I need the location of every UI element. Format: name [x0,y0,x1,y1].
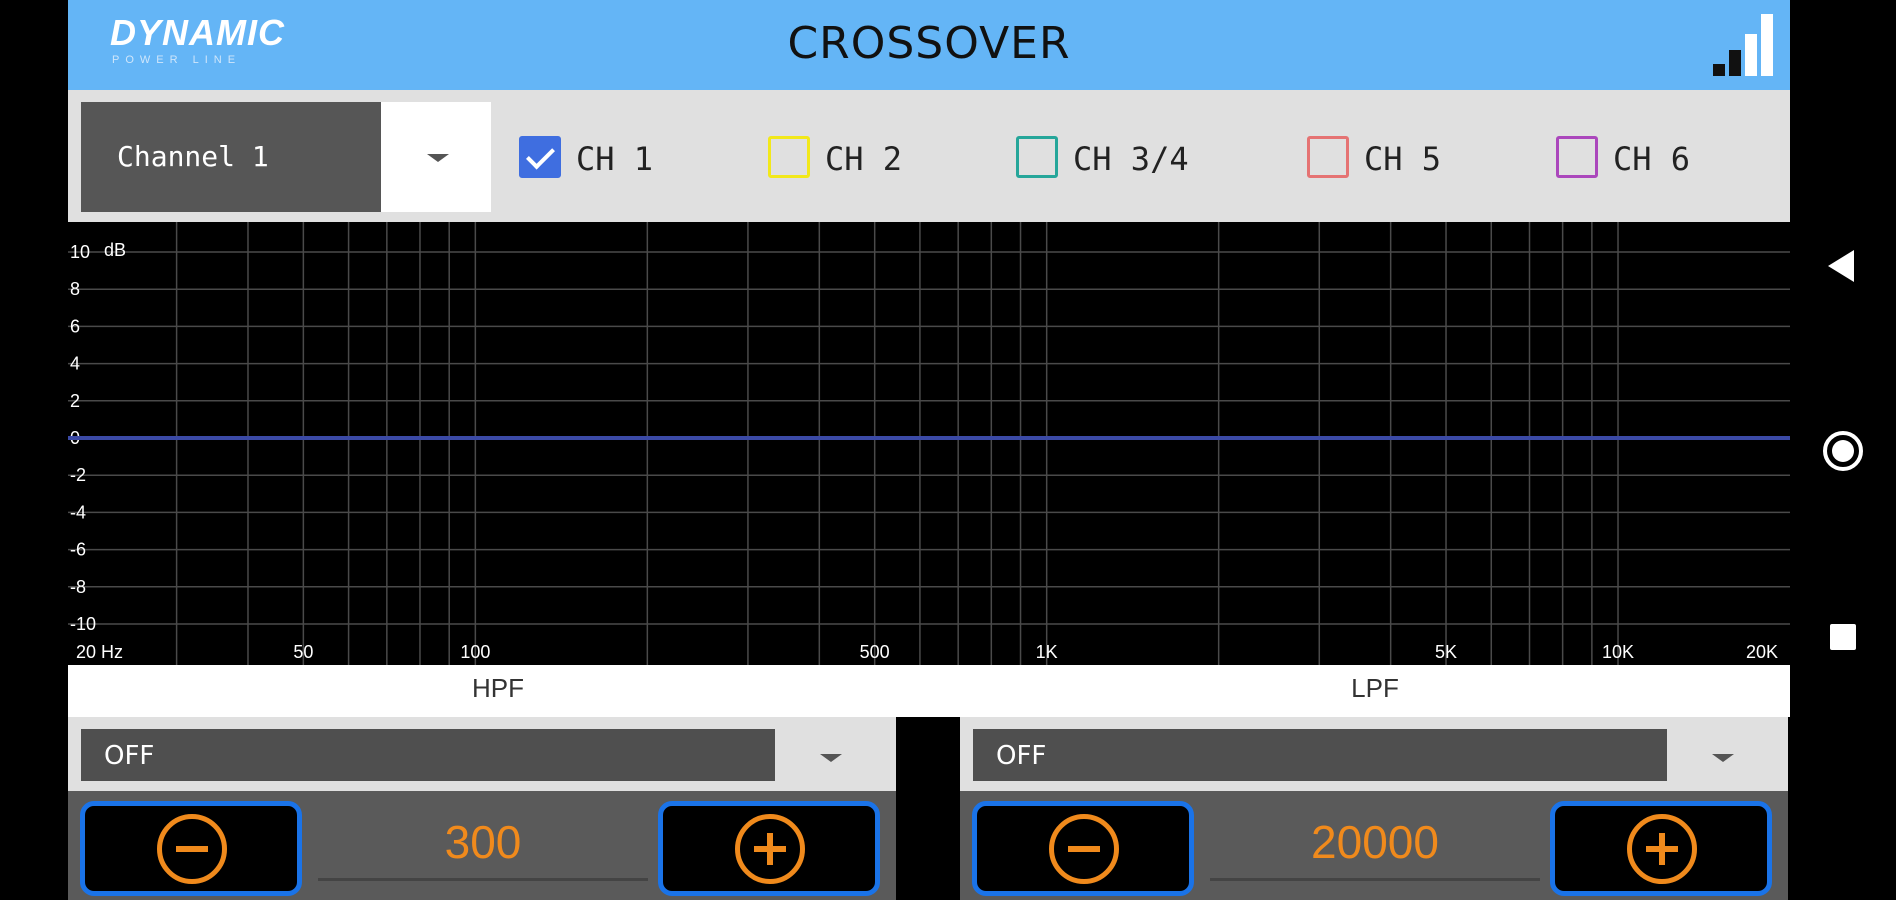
minus-icon [157,814,227,884]
hpf-decrease-button[interactable] [80,801,302,896]
hpf-increase-button[interactable] [658,801,880,896]
ch5-label: CH 5 [1364,140,1442,178]
lpf-controls: 20000 [960,791,1788,900]
hpf-mode-value: OFF [104,741,155,771]
plus-icon [735,814,805,884]
x-tick-label: 5K [1435,642,1457,662]
header-bar: DYNAMIC POWER LINE CROSSOVER [68,0,1790,90]
y-tick-label: 10 [70,242,90,262]
lpf-mode-dropdown[interactable]: OFF [960,717,1788,791]
back-icon[interactable] [1828,250,1854,282]
y-tick-label: 4 [70,354,80,374]
chevron-down-icon [427,154,449,162]
ch5-checkbox[interactable] [1307,136,1349,178]
y-unit-label: dB [104,240,126,260]
minus-icon [1049,814,1119,884]
hpf-label: HPF [472,673,524,703]
ch6-checkbox[interactable] [1556,136,1598,178]
ch1-checkbox[interactable] [519,136,561,178]
chevron-down-icon [820,754,842,762]
ch1-label: CH 1 [576,140,654,178]
hpf-mode-dropdown[interactable]: OFF [68,717,896,791]
y-tick-label: -2 [70,465,86,485]
lpf-value: 20000 [1311,816,1439,868]
chevron-down-icon [1712,754,1734,762]
ch2-label: CH 2 [825,140,903,178]
x-tick-label: 50 [293,642,313,662]
frequency-response-graph[interactable]: 1086420-2-4-6-8-10dB20 Hz501005001K5K10K… [68,222,1790,665]
recent-apps-icon[interactable] [1830,624,1856,650]
app-window: DYNAMIC POWER LINE CROSSOVER Channel 1 C… [68,0,1790,900]
plus-icon [1627,814,1697,884]
x-tick-label: 10K [1602,642,1634,662]
ch3-4-checkbox[interactable] [1016,136,1058,178]
page-title: CROSSOVER [787,18,1071,69]
x-tick-label: 20K [1746,642,1778,662]
x-tick-label: 500 [860,642,890,662]
y-tick-label: 2 [70,391,80,411]
lpf-label: LPF [1351,673,1399,703]
x-tick-label: 20 Hz [76,642,123,662]
y-tick-label: 8 [70,279,80,299]
lpf-decrease-button[interactable] [972,801,1194,896]
y-tick-label: -8 [70,577,86,597]
x-tick-label: 1K [1036,642,1058,662]
ch2-checkbox[interactable] [768,136,810,178]
x-tick-label: 100 [460,642,490,662]
hpf-controls: 300 [68,791,896,900]
y-tick-label: -6 [70,540,86,560]
home-icon[interactable] [1823,431,1863,471]
filter-header: HPF LPF [68,665,1790,717]
y-tick-label: 6 [70,316,80,336]
lpf-value-field[interactable]: 20000 [1210,799,1540,881]
hpf-mode-field [81,729,775,781]
signal-bars-icon [1713,12,1779,76]
channel-dropdown-value: Channel 1 [117,140,269,173]
lpf-panel: OFF 20000 [960,717,1788,900]
ch3-4-label: CH 3/4 [1073,140,1189,178]
hpf-value-field[interactable]: 300 [318,799,648,881]
y-tick-label: -4 [70,502,86,522]
channel-bar: Channel 1 CH 1 CH 2 CH 3/4 CH 5 CH 6 [68,90,1790,222]
ch6-label: CH 6 [1613,140,1691,178]
y-tick-label: -10 [70,614,96,634]
lpf-mode-field [973,729,1667,781]
lpf-increase-button[interactable] [1550,801,1772,896]
hpf-value: 300 [444,816,522,868]
lpf-mode-value: OFF [996,741,1047,771]
hpf-panel: OFF 300 [68,717,896,900]
channel-dropdown[interactable]: Channel 1 [81,102,491,212]
filter-panel: HPF LPF OFF 300 OFF 20000 [68,665,1790,900]
